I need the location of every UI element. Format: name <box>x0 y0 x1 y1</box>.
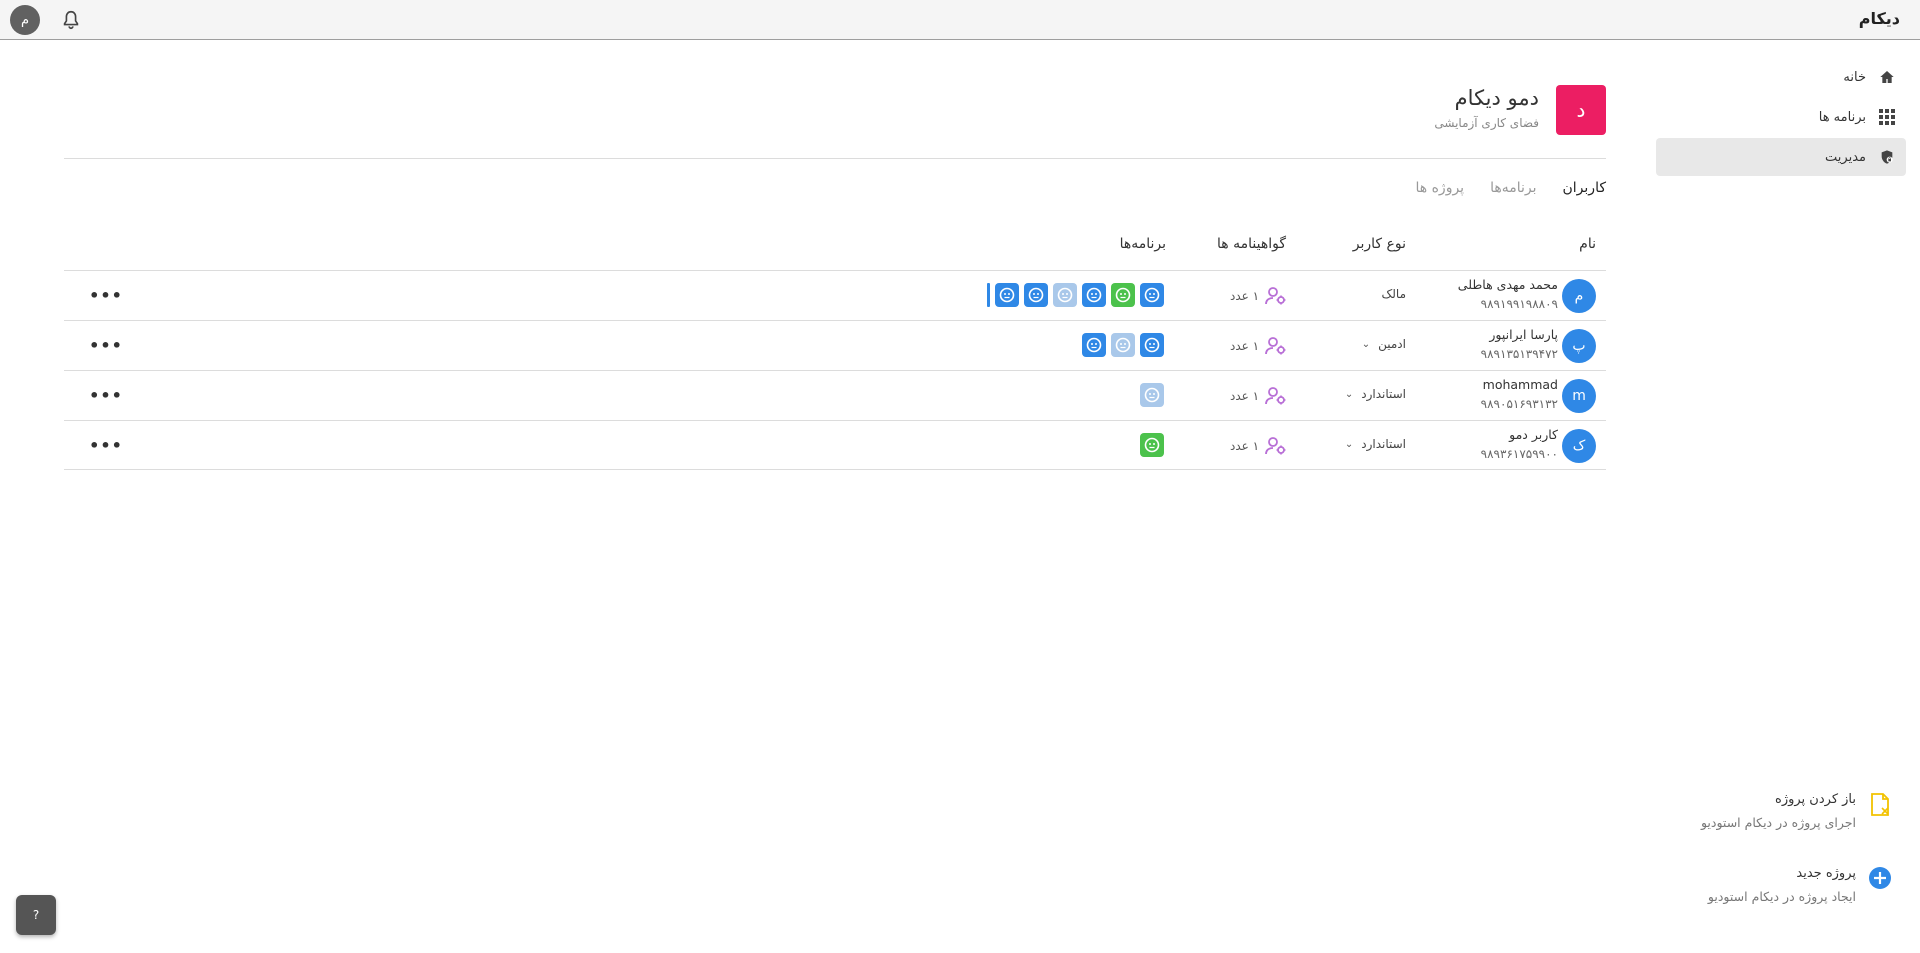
sidebar: خانه برنامه ها مدیریت <box>1656 58 1906 178</box>
top-bar: دیکام م <box>0 0 1920 40</box>
chevron-down-icon: ⌄ <box>1344 438 1354 450</box>
app-icon[interactable] <box>1140 383 1164 407</box>
app-icon[interactable] <box>1082 283 1106 307</box>
apps-grid-icon <box>1878 108 1896 126</box>
apps-cell <box>64 433 1164 459</box>
tab-projects[interactable]: پروژه ها <box>1416 180 1465 196</box>
user-type-label: مالک <box>1381 287 1406 301</box>
table-row[interactable]: پ پارسا ایرانپور ۹۸۹۱۳۵۱۳۹۴۷۲ ادمین ⌄ ۱ عدد ••… <box>64 320 1606 370</box>
certificates-count: ۱ عدد <box>1230 289 1260 303</box>
user-avatar: ک <box>1562 429 1596 463</box>
more-options-icon[interactable]: ••• <box>89 385 122 405</box>
sidebar-item-apps[interactable]: برنامه ها <box>1656 98 1906 136</box>
app-icon[interactable] <box>1053 283 1077 307</box>
user-settings-icon <box>1265 436 1287 456</box>
table-row[interactable]: m mohammad ۹۸۹۰۵۱۶۹۳۱۳۲ استاندارد ⌄ ۱ عدد ••• <box>64 370 1606 420</box>
user-settings-icon <box>1265 336 1287 356</box>
certificates-cell[interactable]: ۱ عدد <box>1230 386 1287 406</box>
app-icon[interactable] <box>1024 283 1048 307</box>
user-avatar: m <box>1562 379 1596 413</box>
certificates-count: ۱ عدد <box>1230 439 1260 453</box>
app-icon[interactable] <box>1082 333 1106 357</box>
new-project-action[interactable]: پروژه جدید ایجاد پروژه در دیکام استودیو <box>1596 866 1891 904</box>
table-row[interactable]: ک کاربر دمو ۹۸۹۳۶۱۷۵۹۹۰۰ استاندارد ⌄ ۱ عدد ••• <box>64 420 1606 470</box>
chevron-down-icon: ⌄ <box>1344 388 1354 400</box>
app-icon[interactable] <box>1140 283 1164 307</box>
sidebar-item-label: مدیریت <box>1825 149 1866 165</box>
shield-lock-icon <box>1878 148 1896 166</box>
brand-name[interactable]: دیکام <box>1859 9 1900 28</box>
sidebar-item-home[interactable]: خانه <box>1656 58 1906 96</box>
user-name: mohammad <box>1482 377 1558 392</box>
action-title: پروژه جدید <box>1796 866 1856 881</box>
certificates-count: ۱ عدد <box>1230 339 1260 353</box>
app-icon[interactable] <box>995 283 1019 307</box>
user-name: محمد مهدی هاطلی <box>1457 277 1558 292</box>
workspace-subtitle: فضای کاری آزمایشی <box>1434 116 1539 130</box>
app-icon-overflow <box>987 283 990 307</box>
user-avatar: م <box>1562 279 1596 313</box>
user-phone: ۹۸۹۱۹۹۱۹۸۸۰۹ <box>1480 297 1558 311</box>
certificates-cell[interactable]: ۱ عدد <box>1230 436 1287 456</box>
divider <box>64 158 1606 159</box>
table-row[interactable]: م محمد مهدی هاطلی ۹۸۹۱۹۹۱۹۸۸۰۹ مالک ۱ عدد ••• <box>64 270 1606 320</box>
sidebar-item-label: برنامه ها <box>1818 109 1866 125</box>
certificates-cell[interactable]: ۱ عدد <box>1230 286 1287 306</box>
workspace-title: دمو دیکام <box>1454 86 1539 110</box>
column-header-apps: برنامه‌ها <box>1119 236 1166 252</box>
user-name: کاربر دمو <box>1509 427 1558 442</box>
user-type-label: ادمین <box>1378 337 1406 351</box>
user-name: پارسا ایرانپور <box>1489 327 1558 342</box>
user-phone: ۹۸۹۳۶۱۷۵۹۹۰۰ <box>1480 447 1558 461</box>
action-subtitle: ایجاد پروژه در دیکام استودیو <box>1707 889 1856 904</box>
column-header-name: نام <box>1579 236 1596 252</box>
user-settings-icon <box>1265 386 1287 406</box>
action-subtitle: اجرای پروژه در دیکام استودیو <box>1700 815 1856 830</box>
user-avatar[interactable]: م <box>10 5 40 35</box>
user-type-select[interactable]: ادمین ⌄ <box>1362 337 1406 351</box>
user-settings-icon <box>1265 286 1287 306</box>
home-icon <box>1878 68 1896 86</box>
more-options-icon[interactable]: ••• <box>89 335 122 355</box>
sidebar-item-management[interactable]: مدیریت <box>1656 138 1906 176</box>
apps-cell <box>64 333 1164 359</box>
certificates-cell[interactable]: ۱ عدد <box>1230 336 1287 356</box>
column-header-type: نوع کاربر <box>1352 236 1406 252</box>
chevron-down-icon: ⌄ <box>1361 338 1371 350</box>
help-button[interactable]: ? <box>16 895 56 935</box>
app-icon[interactable] <box>1140 433 1164 457</box>
user-phone: ۹۸۹۰۵۱۶۹۳۱۳۲ <box>1480 397 1558 411</box>
action-title: باز کردن پروژه <box>1775 792 1856 807</box>
more-options-icon[interactable]: ••• <box>89 435 122 455</box>
sidebar-item-label: خانه <box>1843 69 1866 85</box>
tab-users[interactable]: کاربران <box>1563 180 1606 196</box>
open-project-action[interactable]: باز کردن پروژه اجرای پروژه در دیکام استو… <box>1596 792 1889 830</box>
app-icon[interactable] <box>1140 333 1164 357</box>
workspace-logo: د <box>1556 85 1606 135</box>
app-icon[interactable] <box>1111 333 1135 357</box>
bell-icon[interactable] <box>60 9 82 31</box>
apps-cell <box>64 383 1164 409</box>
tabs: کاربران برنامه‌ها پروژه ها <box>1416 180 1607 196</box>
app-icon[interactable] <box>1111 283 1135 307</box>
user-avatar: پ <box>1562 329 1596 363</box>
user-type-select[interactable]: استاندارد ⌄ <box>1345 437 1406 451</box>
user-phone: ۹۸۹۱۳۵۱۳۹۴۷۲ <box>1480 347 1558 361</box>
certificates-count: ۱ عدد <box>1230 389 1260 403</box>
more-options-icon[interactable]: ••• <box>89 285 122 305</box>
add-circle-icon <box>1868 866 1892 892</box>
user-type-select: مالک <box>1382 287 1406 301</box>
column-header-certs: گواهینامه ها <box>1217 236 1286 252</box>
user-type-label: استاندارد <box>1361 387 1406 401</box>
apps-cell <box>64 283 1164 309</box>
tab-apps[interactable]: برنامه‌ها <box>1490 180 1536 196</box>
user-type-select[interactable]: استاندارد ⌄ <box>1345 387 1406 401</box>
open-file-icon <box>1868 792 1892 818</box>
user-type-label: استاندارد <box>1361 437 1406 451</box>
